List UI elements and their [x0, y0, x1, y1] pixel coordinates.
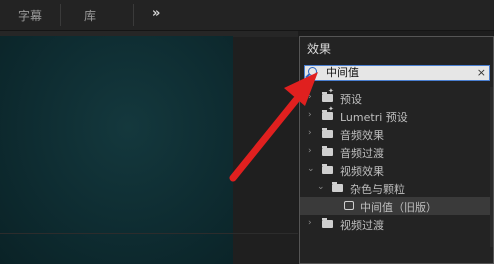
tree-item-label: 预设	[340, 93, 362, 106]
tree-item-audio-transitions[interactable]: › 音频过渡	[300, 143, 493, 161]
chevron-down-icon: ⌄	[317, 182, 325, 192]
effects-panel-title[interactable]: 效果	[307, 40, 331, 57]
chevron-right-icon: ›	[308, 92, 312, 102]
tree-item-label: 中间值（旧版）	[360, 201, 437, 214]
chevron-right-icon: ›	[308, 146, 312, 156]
tree-item-label: 音频过渡	[340, 147, 384, 160]
folder-icon	[322, 146, 333, 156]
video-preview	[0, 36, 233, 264]
tab-divider	[60, 4, 61, 26]
tabs-overflow-button[interactable]: »	[152, 6, 160, 21]
effects-panel: 效果 ≡ 中间值 × › 预设 › Lumetri 预设 › 音频效果 › 音频…	[299, 36, 494, 264]
chevron-right-icon: ›	[308, 128, 312, 138]
tree-item-video-effects[interactable]: ⌄ 视频效果	[300, 161, 493, 179]
tab-captions[interactable]: 字幕	[18, 7, 42, 24]
tree-item-audio-effects[interactable]: › 音频效果	[300, 125, 493, 143]
preset-folder-icon	[322, 87, 334, 102]
search-icon	[308, 67, 317, 76]
tree-item-label: 视频过渡	[340, 219, 384, 232]
tree-item-lumetri-presets[interactable]: › Lumetri 预设	[300, 105, 493, 125]
scrollbar[interactable]	[490, 87, 493, 247]
tree-item-label: 杂色与颗粒	[350, 183, 405, 196]
tab-libraries[interactable]: 库	[84, 7, 96, 24]
tree-item-median-legacy[interactable]: 中间值（旧版）	[300, 197, 493, 215]
chevron-down-icon: ⌄	[307, 164, 315, 174]
folder-icon	[322, 128, 333, 138]
effects-search-input[interactable]: 中间值 ×	[304, 65, 490, 81]
tree-item-label: Lumetri 预设	[340, 111, 408, 124]
tree-item-label: 音频效果	[340, 129, 384, 142]
chevron-right-icon: ›	[308, 110, 312, 120]
preset-folder-icon	[322, 105, 334, 120]
search-value: 中间值	[326, 66, 359, 79]
clear-search-button[interactable]: ×	[477, 66, 486, 80]
folder-icon	[322, 218, 333, 228]
chevron-right-icon: ›	[308, 218, 312, 228]
folder-icon	[322, 164, 333, 174]
folder-icon	[332, 182, 343, 192]
tree-item-noise-grain[interactable]: ⌄ 杂色与颗粒	[300, 179, 493, 197]
divider	[0, 233, 298, 234]
tree-item-label: 视频效果	[340, 165, 384, 178]
top-tab-bar: 字幕 库 »	[0, 0, 494, 31]
tree-item-video-transitions[interactable]: › 视频过渡	[300, 215, 493, 233]
tab-divider	[133, 4, 134, 26]
effect-icon	[344, 201, 354, 210]
